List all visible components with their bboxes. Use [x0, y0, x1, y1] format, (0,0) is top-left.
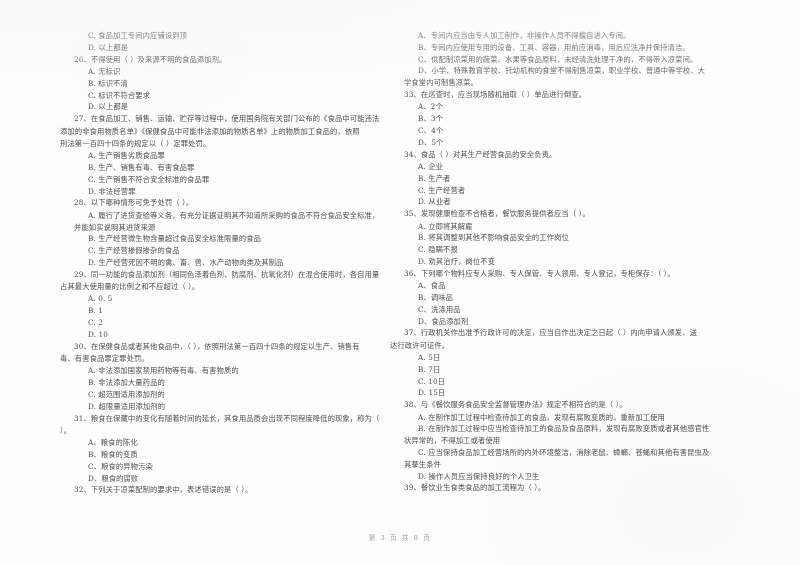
question-stem: 33、在巡查时，应当现场随机抽取（ ）单品进行倒查。 — [404, 90, 587, 100]
answer-option: D、粮食的腐败 — [88, 473, 139, 483]
question-stem-continuation: 添加的非食用物质名单》《保健食品中可能非法添加的物质名单》上的物质加工食品的，依… — [60, 126, 360, 136]
answer-option: A、食品 — [418, 281, 446, 291]
answer-option: D. 劝其治疗，岗位不变 — [418, 256, 496, 266]
answer-option: C. 10日 — [418, 376, 446, 386]
answer-option-continuation: 并能如实说明其进货来源 — [74, 222, 156, 232]
question-stem: 30、在保健食品或者其他食品中，（ ），依照刑法第一百四十四条的规定以生产、销售… — [74, 341, 360, 351]
answer-option: D、5个 — [418, 137, 444, 147]
answer-option: A. 无标识 — [88, 66, 121, 76]
answer-option: B. 7日 — [418, 364, 441, 374]
answer-option: B. 1 — [88, 306, 104, 316]
answer-option: B. 生产经营微生物含量超过食品安全标准限量的食品 — [88, 234, 262, 244]
answer-option: B、3个 — [418, 114, 443, 124]
answer-option: B、粮食的变质 — [88, 449, 138, 459]
answer-option: B. 生产、销售有毒、有害食品罪 — [88, 162, 195, 172]
answer-option: D. 超限量适用添加剂的 — [88, 401, 166, 411]
answer-option: A、专间内应当由专人加工制作，非操作人员不得擅自进入专间。 — [418, 31, 631, 40]
answer-option: A. 在制作加工过程中检查待加工的食品，发现有腐败变质的，重新加工使用 — [418, 412, 665, 422]
answer-option: C. 生产经营者 — [418, 185, 466, 195]
answer-option: D、食品添加剂 — [418, 316, 469, 326]
answer-option: D. 10 — [88, 329, 109, 339]
answer-option: C、供配制凉菜用的蔬菜、水果等食品原料，未经清洗处理干净的，不得带入凉菜间。 — [418, 54, 698, 64]
page-footer: 第 3 页 共 8 页 — [368, 534, 432, 542]
answer-option: B、专间内应使用专用的设备、工具、容器，用前应消毒，用后应洗净并保持清洁。 — [418, 42, 690, 52]
answer-option-continuation: 其孳生条件 — [404, 459, 441, 469]
scanned-exam-page: C. 食品加工专间内应铺设到顶 D. 以上都是 26、不得使用（ ）及来源不明的食品… — [0, 0, 800, 565]
answer-option-continuation: 状异常的，不得加工或者使用 — [404, 436, 501, 446]
answer-option: A. 企业 — [418, 161, 444, 171]
question-stem-continuation: ）。 — [60, 425, 72, 435]
question-stem: 26、不得使用（ ）及来源不明的食品添加剂。 — [74, 54, 227, 64]
answer-option: B. 标识不清 — [88, 78, 128, 88]
answer-option: A、粮食的陈化 — [88, 438, 138, 448]
question-stem: 39、餐饮业生食类食品的加工流程为（ ）。 — [404, 483, 546, 493]
right-column: A、专间内应当由专人加工制作，非操作人员不得擅自进入专间。 B、专间内应使用专用的… — [390, 30, 734, 495]
question-stem-continuation: 占其最大使用量的比例之和不应超过（ ）。 — [60, 282, 200, 292]
answer-option: A. 0. 5 — [88, 294, 113, 304]
answer-option: D、小学、特殊教育学校、托幼机构的食堂不得制售凉菜，职业学校、普通中等学校、大 — [418, 66, 706, 76]
answer-option: A、2个 — [418, 102, 443, 112]
answer-option: C. 应当保持食品加工经营场所的内外环境整洁，消除老鼠、蟑螂、苍蝇和其他有害昆虫… — [418, 447, 710, 457]
answer-option: B. 在制作加工过程中应当检查待加工的食品及食品原料，发现有腐败变质或者其他感官… — [418, 424, 710, 434]
answer-option: B. 非法添加大量药品的 — [88, 378, 165, 388]
question-stem: 28、以下哪种情形可免予处罚（ ）。 — [74, 198, 194, 208]
answer-option: D. 以上都是 — [88, 102, 129, 112]
question-stem: 27、在食品加工、销售、运输、贮存等过程中，使用国务院有关部门公布的《食品中可能… — [74, 114, 380, 124]
question-stem-continuation: 毒、有害食品罪定罪处罚。 — [60, 353, 149, 363]
answer-option: C. 2 — [88, 318, 104, 327]
answer-option: A. 5日 — [418, 352, 441, 362]
answer-option: D. 非法经营罪 — [88, 186, 136, 196]
answer-option: A. 履行了进货查验等义务，有充分证据证明其不知道所采购的食品不符合食品安全标准… — [88, 210, 380, 220]
answer-option: D. 生产经营死因不明的禽、畜、兽、水产动物肉类及其制品 — [88, 257, 284, 267]
answer-option: D. 操作人员应当保持良好的个人卫生 — [418, 471, 540, 481]
answer-option: C. 生产经营掺假掺杂的食品 — [88, 246, 180, 256]
question-stem: 35、发现健康检查不合格者，餐饮服务提供者应当（ ）。 — [404, 209, 590, 219]
answer-option: C. 超范围适用添加剂的 — [88, 389, 165, 399]
question-stem: 34、食品（ ）对其生产经营食品的安全负责。 — [404, 149, 557, 159]
answer-option: D. 15日 — [418, 388, 446, 398]
question-stem-continuation: 达行政许可证件。 — [390, 340, 450, 350]
answer-option: C. 标识不符合要求 — [88, 90, 151, 100]
answer-option: C、洗涤用品 — [418, 304, 461, 314]
answer-option: B. 将其调整到其他不影响食品安全的工作岗位 — [418, 233, 569, 243]
question-stem: 31、粮食在保藏中的变化有随着时间的延长，其食用品质会出现不同程度降低的现象，称… — [74, 413, 380, 423]
question-stem-continuation: 刑法第一百四十四条的规定以（ ）定罪处罚。 — [60, 138, 211, 148]
answer-option: A. 立即将其解雇 — [418, 221, 473, 231]
answer-option: D. 以上都是 — [88, 42, 129, 52]
answer-option: B、调味品 — [418, 292, 454, 302]
question-stem: 32、下列关于凉菜配制的要求中，表述错误的是（ ）。 — [74, 485, 253, 495]
answer-option: A. 非法添加国家禁用药物等有毒、有害物质的 — [88, 366, 239, 376]
answer-option: B. 生产者 — [418, 173, 451, 183]
question-stem: 38、与《餐饮服务食品安全监督管理办法》规定不相符合的是（ ）。 — [404, 400, 627, 410]
question-stem: 36、下列哪个物料应专人采购、专人保管、专人领用、专人登记，专柜保存：（ ）。 — [404, 268, 675, 278]
answer-option: C、粮食的异物污染 — [88, 461, 153, 471]
answer-option: C. 隐瞒不报 — [418, 245, 458, 255]
question-stem: 37、行政机关作出准予行政许可的决定，应当自作出决定之日起（ ）内向申请人颁发、… — [404, 328, 697, 338]
answer-option: D. 从业者 — [418, 197, 451, 207]
answer-option: A. 生产销售劣质食品罪 — [88, 151, 165, 161]
left-column: C. 食品加工专间内应铺设到顶 D. 以上都是 26、不得使用（ ）及来源不明的食品… — [60, 30, 404, 497]
answer-option: C、4个 — [418, 126, 444, 135]
answer-option: C. 食品加工专间内应铺设到顶 — [88, 31, 188, 40]
answer-option-continuation: 学食堂内可制售凉菜。 — [404, 78, 478, 88]
answer-option: C. 生产销售不符合安全标准的食品罪 — [88, 174, 210, 184]
question-stem: 29、同一功能的食品添加剂（相同色泽着色剂、防腐剂、抗氧化剂）在混合使用时，各自… — [74, 269, 380, 279]
